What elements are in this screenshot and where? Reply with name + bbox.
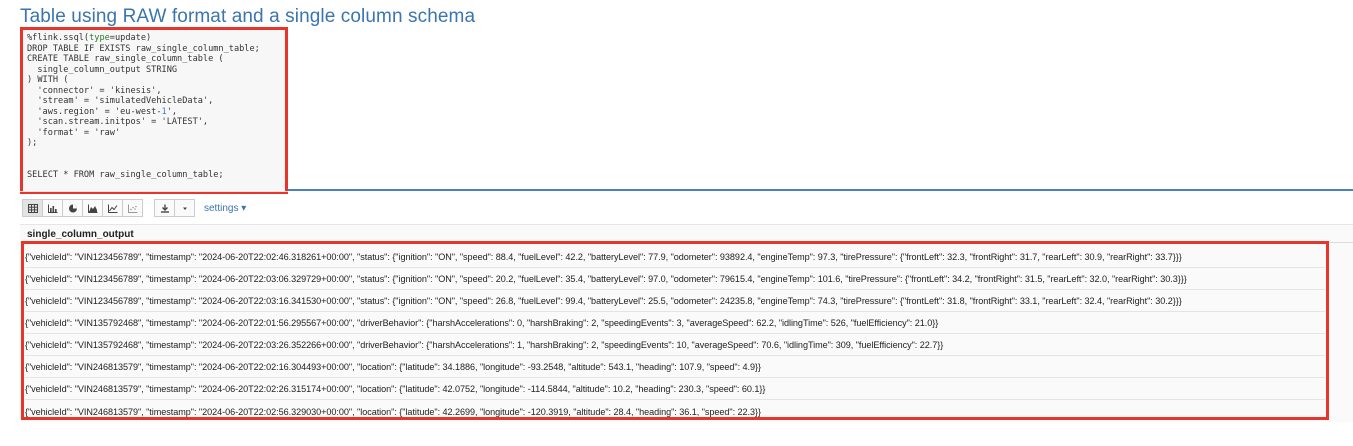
pie-chart-icon bbox=[68, 204, 77, 212]
code-line: 'connector' = 'kinesis', bbox=[27, 86, 285, 97]
code-token: ', bbox=[166, 106, 178, 117]
code-line: CREATE TABLE raw_single_column_table ( bbox=[27, 54, 285, 65]
pie-chart-button[interactable] bbox=[62, 199, 83, 217]
code-token: ) WITH ( bbox=[27, 75, 69, 85]
code-token: CREATE TABLE raw_single_column_table ( bbox=[27, 54, 224, 64]
bar-chart-icon bbox=[47, 204, 57, 213]
rows-highlight-box bbox=[21, 241, 1329, 420]
code-token: 'connector' = 'kinesis', bbox=[27, 85, 162, 96]
code-line: ); bbox=[27, 138, 285, 149]
code-token: type bbox=[89, 33, 110, 43]
code-line: 'aws.region' = 'eu-west-1', bbox=[27, 107, 285, 118]
code-token: DROP TABLE IF EXISTS raw_single_column_t… bbox=[27, 43, 260, 54]
settings-link[interactable]: settings ▾ bbox=[204, 203, 246, 214]
line-chart-button[interactable] bbox=[102, 199, 123, 217]
code-line: 'scan.stream.initpos' = 'LATEST', bbox=[27, 117, 285, 128]
code-token: 'format' = 'raw' bbox=[27, 127, 121, 138]
code-line: 'format' = 'raw' bbox=[27, 128, 285, 139]
editor-separator bbox=[20, 191, 288, 192]
area-chart-icon bbox=[87, 204, 97, 213]
bar-chart-button[interactable] bbox=[42, 199, 63, 217]
code-line: single_column_output STRING bbox=[27, 65, 285, 76]
column-header-single-column-output[interactable]: single_column_output bbox=[27, 229, 134, 240]
download-format-dropdown[interactable] bbox=[174, 199, 195, 217]
paragraph-title: Table using RAW format and a single colu… bbox=[20, 6, 476, 27]
scatter-chart-icon bbox=[127, 204, 137, 213]
paragraph-divider bbox=[288, 189, 1353, 191]
download-icon bbox=[160, 204, 169, 213]
code-line: %flink.ssql(type=update) bbox=[27, 33, 285, 44]
code-token: single_column_output STRING bbox=[27, 64, 178, 75]
code-line: DROP TABLE IF EXISTS raw_single_column_t… bbox=[27, 44, 285, 55]
caret-down-icon bbox=[182, 207, 187, 210]
code-token: %flink.ssql( bbox=[27, 33, 90, 43]
code-token: 'scan.stream.initpos' = 'LATEST', bbox=[27, 117, 209, 127]
table-icon bbox=[27, 203, 38, 213]
code-token: =update) bbox=[109, 33, 152, 43]
result-toolbar: settings ▾ bbox=[22, 198, 246, 218]
code-line: 'stream' = 'simulatedVehicleData', bbox=[27, 96, 285, 107]
download-button[interactable] bbox=[154, 199, 175, 217]
line-chart-icon bbox=[107, 204, 117, 213]
code-token: ); bbox=[27, 138, 38, 148]
code-line: ) WITH ( bbox=[27, 75, 285, 86]
code-token: 'stream' = 'simulatedVehicleData', bbox=[27, 96, 214, 106]
sql-code-editor[interactable]: %flink.ssql(type=update) DROP TABLE IF EX… bbox=[20, 27, 288, 194]
code-token: SELECT * FROM raw_single_column_table; bbox=[27, 169, 224, 180]
area-chart-button[interactable] bbox=[82, 199, 103, 217]
scatter-chart-button[interactable] bbox=[122, 199, 143, 217]
table-view-button[interactable] bbox=[22, 199, 43, 217]
code-line: SELECT * FROM raw_single_column_table; bbox=[27, 170, 285, 181]
code-token: 'aws.region' = 'eu-west- bbox=[27, 106, 162, 117]
